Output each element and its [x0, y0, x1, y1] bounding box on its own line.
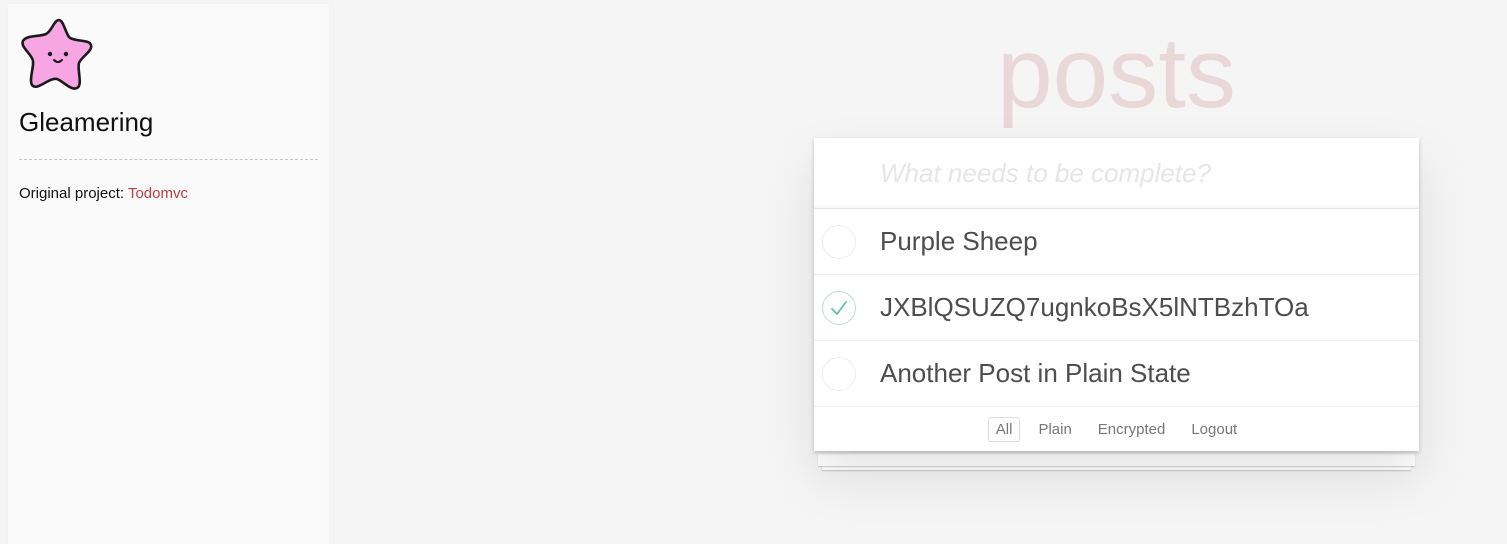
filters-footer: All Plain Encrypted Logout	[814, 407, 1419, 451]
filter-plain[interactable]: Plain	[1030, 417, 1079, 442]
todo-card: Purple Sheep JXBlQSUZQ7ugnkoBsX5lNTBzhTO…	[814, 138, 1419, 451]
original-project-link[interactable]: Todomvc	[128, 185, 188, 202]
filter-encrypted[interactable]: Encrypted	[1090, 417, 1174, 442]
logout-button[interactable]: Logout	[1183, 417, 1245, 442]
filter-all[interactable]: All	[987, 416, 1021, 442]
sidebar: Gleamering Original project: Todomvc	[8, 4, 329, 544]
toggle-checkbox[interactable]	[822, 356, 856, 391]
original-project: Original project: Todomvc	[19, 185, 188, 202]
todo-label[interactable]: Another Post in Plain State	[814, 358, 1191, 389]
page-title: posts	[996, 17, 1236, 129]
toggle-checkbox[interactable]	[822, 290, 856, 325]
new-todo-row	[814, 138, 1419, 209]
todo-app: Purple Sheep JXBlQSUZQ7ugnkoBsX5lNTBzhTO…	[814, 138, 1419, 470]
new-todo-input[interactable]	[880, 157, 1419, 189]
list-item: JXBlQSUZQ7ugnkoBsX5lNTBzhTOa	[814, 275, 1419, 341]
list-item: Purple Sheep	[814, 209, 1419, 275]
toggle-checkbox[interactable]	[822, 224, 856, 259]
stacked-sheet	[818, 454, 1415, 466]
list-item: Another Post in Plain State	[814, 341, 1419, 407]
star-face-logo-icon	[21, 18, 93, 90]
checkmark-icon	[831, 300, 847, 315]
original-project-label: Original project:	[19, 185, 125, 202]
sidebar-divider	[19, 159, 318, 160]
todo-list: Purple Sheep JXBlQSUZQ7ugnkoBsX5lNTBzhTO…	[814, 209, 1419, 407]
app-name: Gleamering	[19, 107, 154, 137]
todo-label[interactable]: JXBlQSUZQ7ugnkoBsX5lNTBzhTOa	[814, 292, 1309, 323]
